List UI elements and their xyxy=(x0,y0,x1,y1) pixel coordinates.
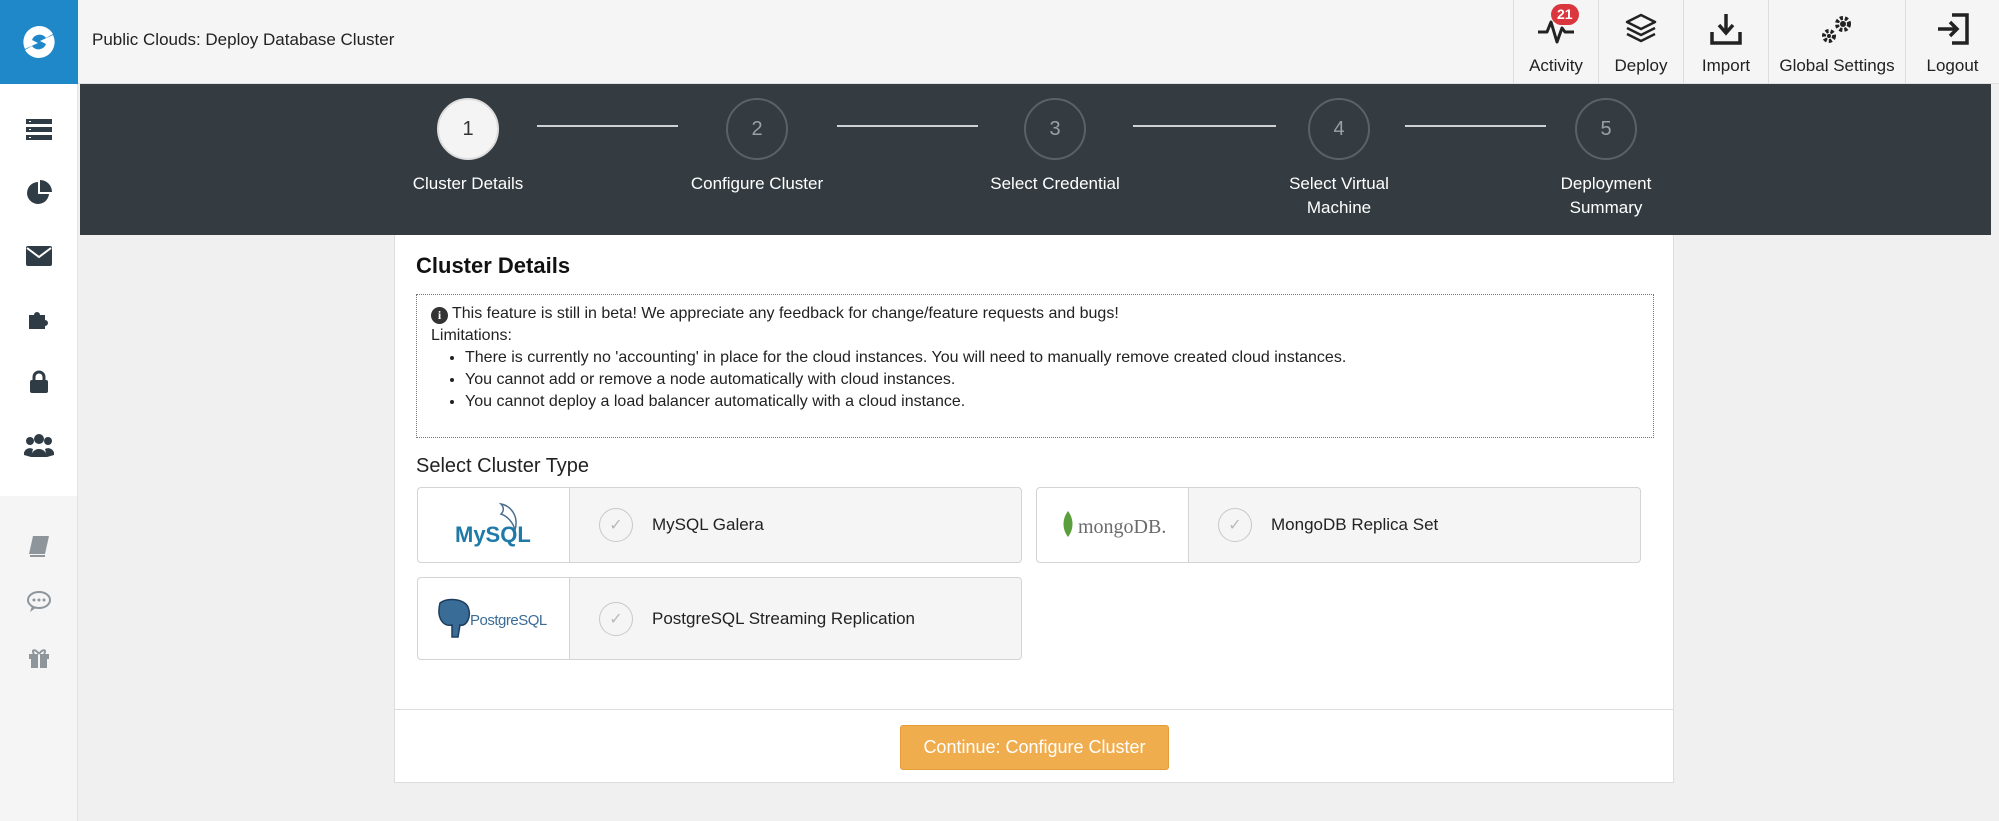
select-cluster-type-title: Select Cluster Type xyxy=(416,455,590,477)
step-select-credential[interactable]: 3 Select Credential xyxy=(955,98,1155,196)
cluster-type-name: MongoDB Replica Set xyxy=(1271,515,1439,534)
step-label: Deployment Summary xyxy=(1560,174,1652,217)
puzzle-icon[interactable] xyxy=(0,287,77,350)
import-label: Import xyxy=(1701,56,1751,75)
layers-icon xyxy=(1624,8,1658,50)
step-number: 3 xyxy=(1024,98,1086,160)
global-settings-button[interactable]: Global Settings xyxy=(1768,0,1905,84)
step-label: Select Virtual Machine xyxy=(1289,174,1389,217)
limitation-item: You cannot deploy a load balancer automa… xyxy=(465,391,1639,413)
cluster-details-panel: Cluster Details i This feature is still i… xyxy=(394,235,1674,783)
cluster-type-name: PostgreSQL Streaming Replication xyxy=(652,608,916,628)
activity-badge: 21 xyxy=(1551,4,1579,25)
cluster-type-mysql-galera[interactable]: MySQL ✓ MySQL Galera xyxy=(417,487,1022,563)
sidebar xyxy=(0,0,78,821)
limitations-label: Limitations: xyxy=(431,327,512,344)
book-icon[interactable] xyxy=(0,518,77,574)
top-bar: Public Clouds: Deploy Database Cluster 2… xyxy=(78,0,1999,84)
gears-icon xyxy=(1819,8,1855,50)
svg-text:MySQL: MySQL xyxy=(455,522,531,547)
lock-icon[interactable] xyxy=(0,350,77,413)
deploy-label: Deploy xyxy=(1614,56,1668,75)
mongodb-logo: mongoDB. xyxy=(1037,488,1189,562)
cluster-type-mongodb-replica-set[interactable]: mongoDB. ✓ MongoDB Replica Set xyxy=(1036,487,1641,563)
postgresql-elephant-icon: PostgreSQL xyxy=(437,598,547,638)
import-icon xyxy=(1709,8,1743,50)
info-icon: i xyxy=(431,306,448,324)
limitation-item: There is currently no 'accounting' in pl… xyxy=(465,347,1639,369)
step-select-virtual-machine[interactable]: 4 Select Virtual Machine xyxy=(1239,98,1439,220)
step-number: 4 xyxy=(1308,98,1370,160)
app-logo[interactable] xyxy=(0,0,78,84)
users-icon[interactable] xyxy=(0,413,77,476)
mysql-dolphin-icon: MySQL xyxy=(455,502,531,547)
logout-label: Logout xyxy=(1926,56,1979,75)
comment-icon[interactable] xyxy=(0,574,77,630)
step-number: 1 xyxy=(437,98,499,160)
cluster-type-postgresql-streaming-replication[interactable]: PostgreSQL ✓ PostgreSQL Streaming Replic… xyxy=(417,577,1022,660)
mongodb-leaf-icon: mongoDB. xyxy=(1063,511,1166,538)
activity-label: Activity xyxy=(1529,56,1583,75)
step-label: Cluster Details xyxy=(412,174,524,193)
step-number: 5 xyxy=(1575,98,1637,160)
severalnines-logo-icon xyxy=(23,25,55,59)
envelope-icon[interactable] xyxy=(0,224,77,287)
wizard-stepper: 1 Cluster Details 2 Configure Cluster 3 … xyxy=(80,84,1991,235)
beta-notice: i This feature is still in beta! We appre… xyxy=(416,294,1654,438)
step-label: Select Credential xyxy=(990,174,1120,193)
check-icon[interactable]: ✓ xyxy=(599,601,633,636)
step-number: 2 xyxy=(726,98,788,160)
limitation-item: You cannot add or remove a node automati… xyxy=(465,369,1639,391)
step-configure-cluster[interactable]: 2 Configure Cluster xyxy=(657,98,857,196)
mysql-logo: MySQL xyxy=(418,488,570,562)
step-deployment-summary[interactable]: 5 Deployment Summary xyxy=(1506,98,1706,220)
cluster-type-name: MySQL Galera xyxy=(652,515,764,534)
clusters-icon[interactable] xyxy=(0,98,77,161)
import-button[interactable]: Import xyxy=(1683,0,1768,84)
panel-footer: Continue: Configure Cluster xyxy=(395,709,1673,783)
svg-text:mongoDB.: mongoDB. xyxy=(1078,516,1166,538)
step-cluster-details[interactable]: 1 Cluster Details xyxy=(368,98,568,196)
step-label: Configure Cluster xyxy=(690,174,824,193)
check-icon[interactable]: ✓ xyxy=(599,508,633,542)
deploy-button[interactable]: Deploy xyxy=(1598,0,1683,84)
continue-configure-cluster-button[interactable]: Continue: Configure Cluster xyxy=(900,725,1169,770)
global-settings-label: Global Settings xyxy=(1779,56,1895,75)
logout-button[interactable]: Logout xyxy=(1905,0,1999,84)
limitations-list: There is currently no 'accounting' in pl… xyxy=(465,347,1639,413)
page-title: Public Clouds: Deploy Database Cluster xyxy=(92,30,395,49)
panel-title: Cluster Details xyxy=(416,253,571,278)
postgresql-logo: PostgreSQL xyxy=(418,578,570,659)
notice-headline: This feature is still in beta! We apprec… xyxy=(452,305,1119,322)
logout-icon xyxy=(1936,8,1970,50)
activity-button[interactable]: 21 Activity xyxy=(1513,0,1598,84)
check-icon[interactable]: ✓ xyxy=(1218,508,1252,542)
pie-chart-icon[interactable] xyxy=(0,161,77,224)
gift-icon[interactable] xyxy=(0,630,77,686)
svg-text:PostgreSQL: PostgreSQL xyxy=(470,612,547,629)
